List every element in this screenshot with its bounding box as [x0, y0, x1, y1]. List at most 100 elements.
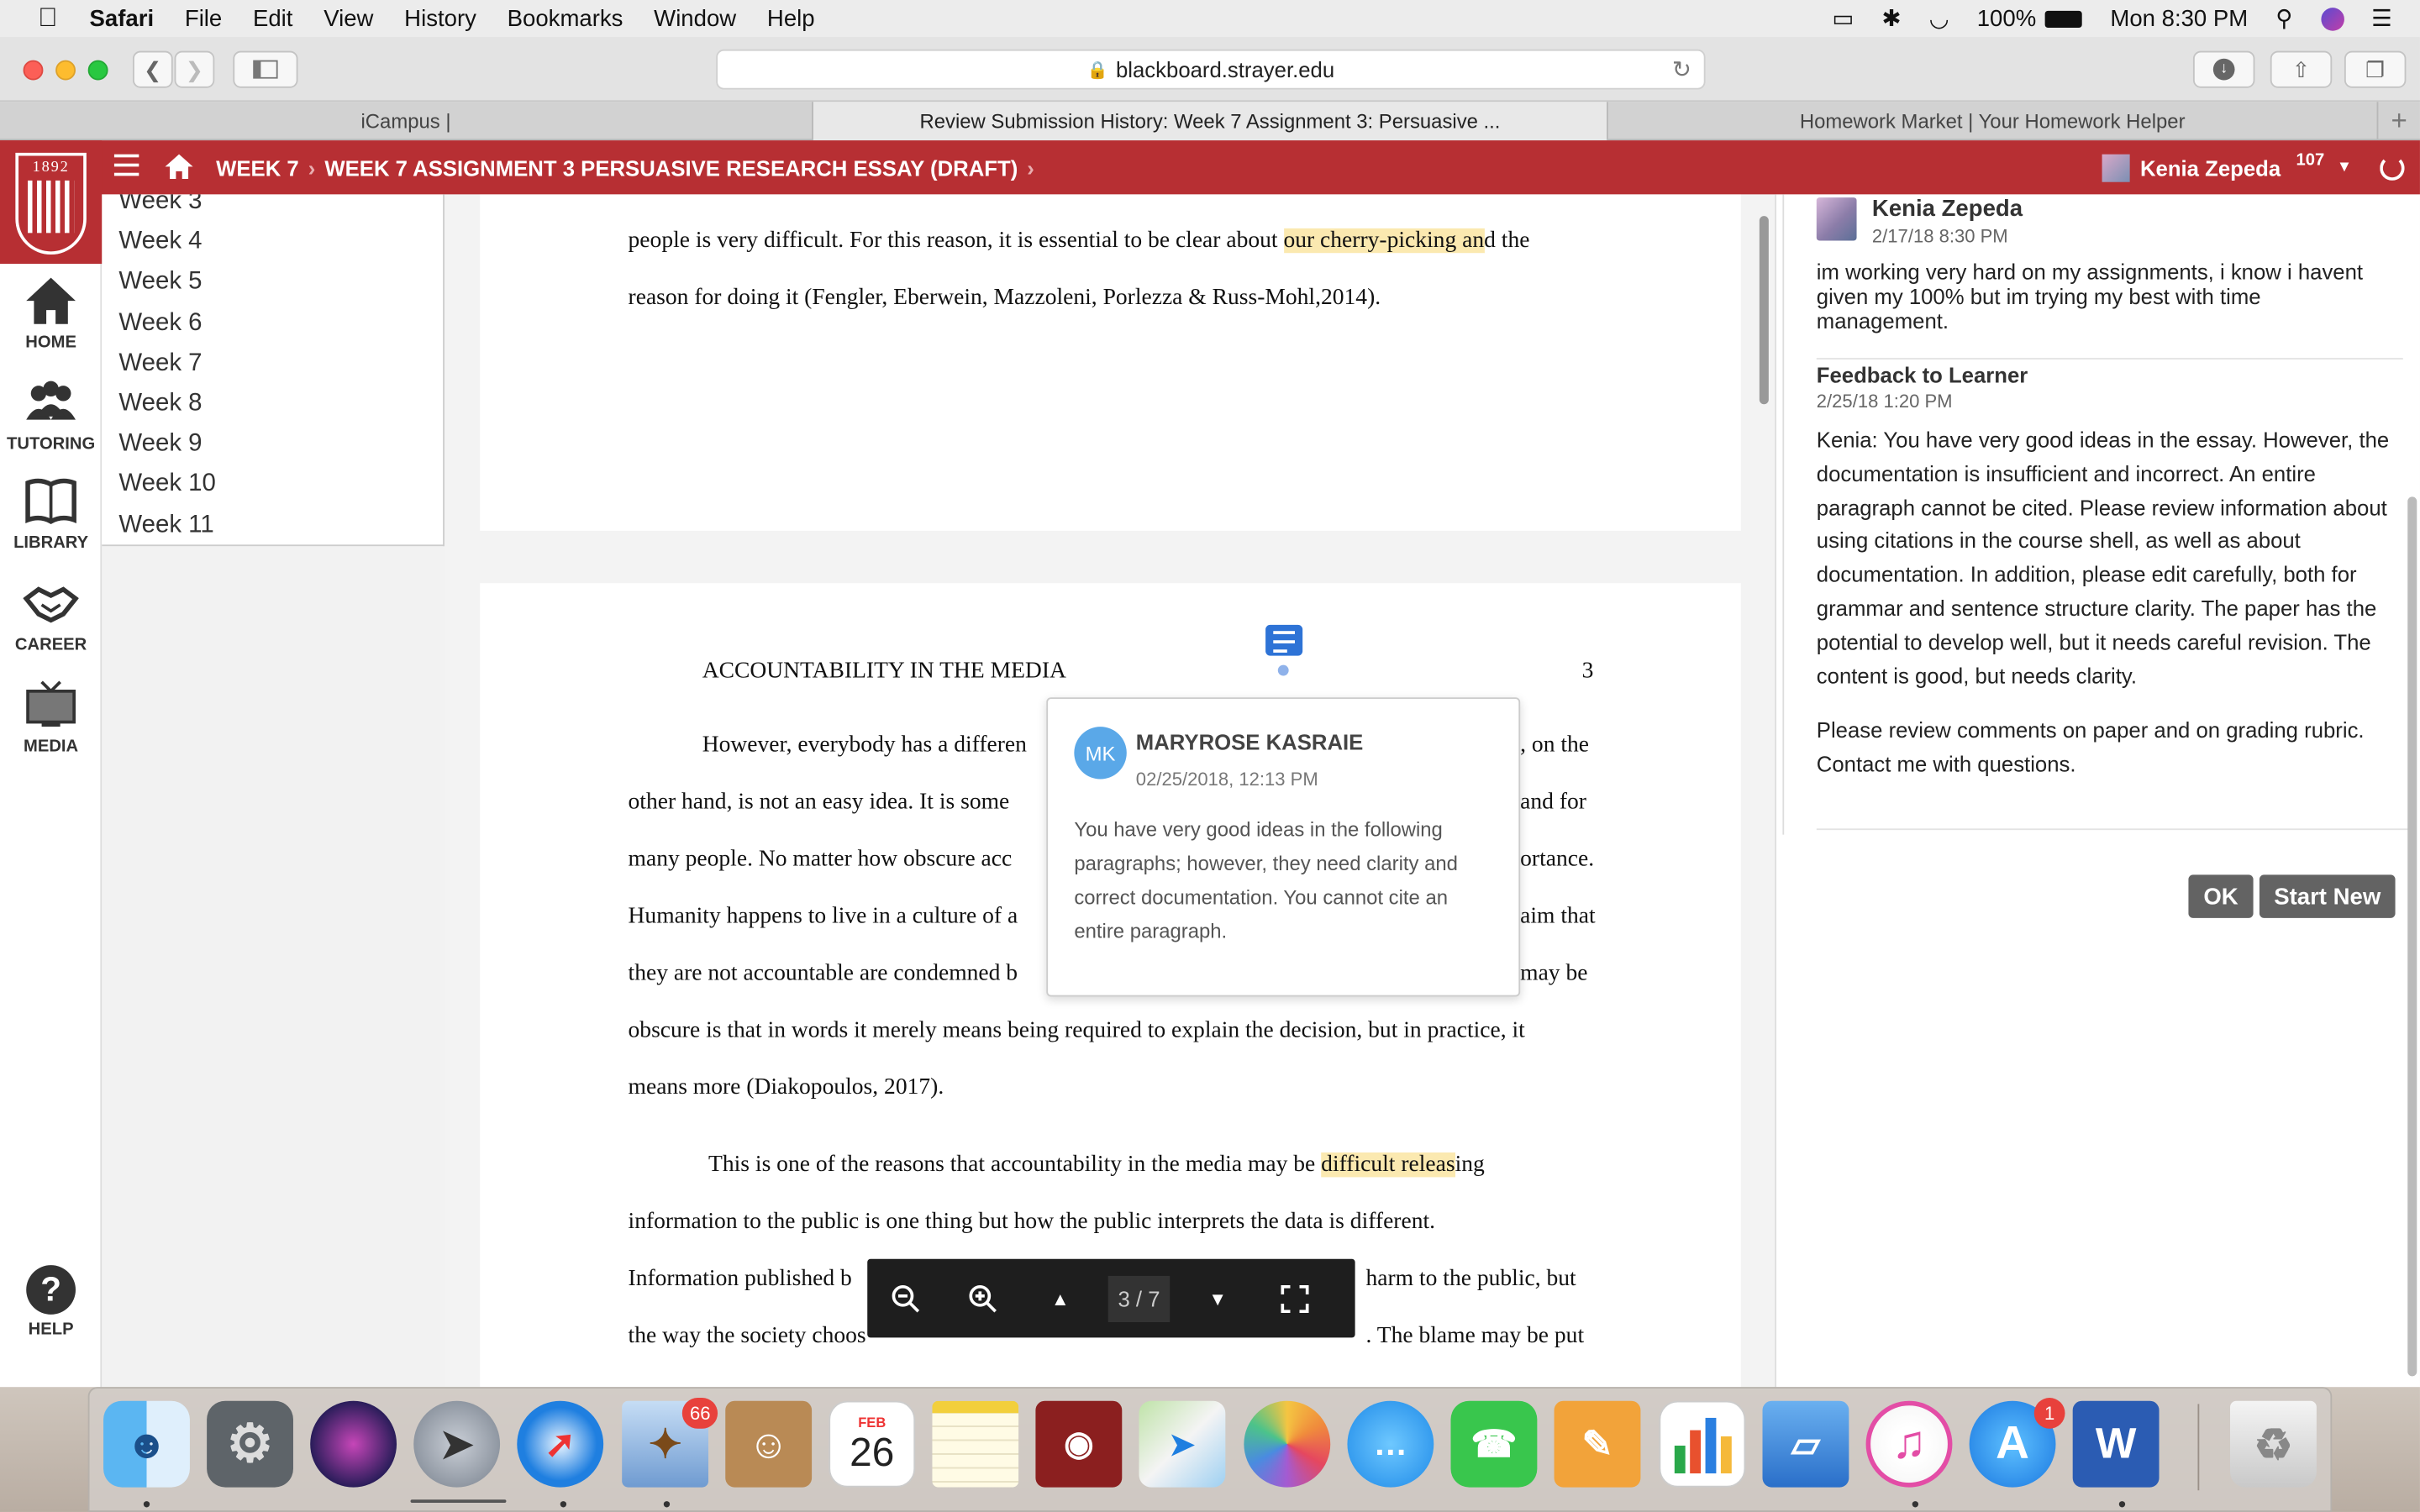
menu-help[interactable]: Help	[767, 5, 815, 31]
hamburger-menu-icon[interactable]	[113, 154, 139, 179]
avatar: MK	[1074, 727, 1127, 780]
page-indicator[interactable]: 3 / 7	[1107, 1275, 1171, 1322]
running-indicator	[663, 1501, 671, 1508]
contacts-icon[interactable]: ☺	[725, 1400, 813, 1488]
finder-icon[interactable]: ☻	[103, 1400, 190, 1488]
sidebar-toggle-button[interactable]	[233, 50, 298, 88]
start-new-button[interactable]: Start New	[2259, 874, 2396, 918]
running-head: ACCOUNTABILITY IN THE MEDIA	[702, 659, 1066, 684]
zoom-window-button[interactable]	[87, 60, 108, 81]
messages-icon[interactable]: …	[1347, 1400, 1434, 1488]
zoom-in-button[interactable]	[944, 1283, 1022, 1314]
nav-media[interactable]: MEDIA	[0, 679, 102, 756]
facetime-icon[interactable]: ☎	[1450, 1400, 1538, 1488]
photo-booth-icon[interactable]: ◉	[1035, 1400, 1123, 1488]
share-button[interactable]: ⇧	[2270, 50, 2333, 88]
itunes-icon[interactable]: ♫	[1865, 1400, 1953, 1488]
list-item[interactable]: Week 11	[102, 506, 443, 545]
trash-icon[interactable]: ♻	[2230, 1400, 2317, 1488]
minimize-window-button[interactable]	[55, 60, 76, 81]
numbers-icon[interactable]	[1659, 1400, 1746, 1488]
panel-scrollbar[interactable]	[2407, 496, 2417, 1377]
document-scrollbar[interactable]	[1759, 216, 1769, 405]
breadcrumb-week7[interactable]: WEEK 7	[216, 155, 299, 180]
list-item[interactable]: Week 7	[102, 344, 443, 384]
logout-icon[interactable]	[2380, 155, 2405, 180]
fullscreen-button[interactable]	[1256, 1283, 1334, 1314]
apple-menu-icon[interactable]: 	[34, 3, 61, 34]
menu-file[interactable]: File	[185, 5, 222, 31]
list-item[interactable]: Week 4	[102, 223, 443, 263]
address-bar[interactable]: 🔒 blackboard.strayer.edu ↻	[716, 49, 1706, 90]
battery-icon[interactable]	[2045, 9, 2083, 28]
siri-icon[interactable]	[310, 1400, 397, 1488]
menu-history[interactable]: History	[404, 5, 476, 31]
nav-tutoring[interactable]: TUTORING	[0, 376, 102, 454]
battery-percent[interactable]: 100%	[1977, 5, 2036, 31]
tab-icampus[interactable]: iCampus |	[0, 102, 813, 141]
doc-line: means more (Diakopoulos, 2017).	[628, 1075, 944, 1100]
user-menu[interactable]: Kenia Zepeda 107 ▼	[2102, 140, 2420, 194]
forward-button[interactable]: ❯	[174, 50, 215, 88]
fullscreen-icon	[1281, 1284, 1309, 1313]
keynote-icon[interactable]: ▱	[1762, 1400, 1849, 1488]
chevron-down-icon[interactable]: ▼	[2337, 159, 2352, 176]
menu-edit[interactable]: Edit	[253, 5, 292, 31]
nav-library[interactable]: LIBRARY	[0, 475, 102, 553]
calendar-icon[interactable]: FEB 26	[829, 1400, 916, 1488]
back-button[interactable]: ❮	[132, 50, 173, 88]
wifi-icon[interactable]: ◡	[1929, 5, 1949, 32]
system-preferences-icon[interactable]: ⚙	[207, 1400, 293, 1488]
list-item[interactable]: Week 9	[102, 424, 443, 465]
next-page-button[interactable]: ▼	[1179, 1288, 1256, 1310]
previous-page-button[interactable]: ▲	[1022, 1288, 1099, 1310]
comment-pin-icon[interactable]	[1265, 624, 1303, 656]
ok-button[interactable]: OK	[2188, 874, 2254, 918]
nav-career[interactable]: CAREER	[0, 577, 102, 654]
close-window-button[interactable]	[23, 60, 44, 81]
siri-icon[interactable]	[2320, 7, 2344, 30]
mail-badge: 66	[681, 1398, 718, 1429]
bluetooth-icon[interactable]: ✱	[1881, 5, 1901, 32]
nav-tutoring-label: TUTORING	[7, 434, 96, 454]
notification-center-icon[interactable]: ☰	[2371, 5, 2392, 32]
doc-line: , on the	[1520, 732, 1590, 758]
breadcrumb-assignment[interactable]: WEEK 7 ASSIGNMENT 3 PERSUASIVE RESEARCH …	[324, 155, 1018, 180]
safari-icon[interactable]: ➚	[517, 1400, 604, 1488]
home-icon[interactable]	[164, 151, 195, 182]
word-icon[interactable]: W	[2072, 1400, 2160, 1488]
doc-line: other hand, is not an easy idea. It is s…	[628, 790, 1010, 815]
tab-overview-button[interactable]: ❐	[2344, 50, 2407, 88]
photos-icon[interactable]	[1244, 1400, 1331, 1488]
list-item[interactable]: Week 6	[102, 303, 443, 344]
list-item[interactable]: Week 10	[102, 465, 443, 505]
downloads-button[interactable]: ↓	[2192, 50, 2255, 88]
doc-line: Information published b	[628, 1266, 852, 1292]
menu-window[interactable]: Window	[654, 5, 736, 31]
menu-view[interactable]: View	[324, 5, 373, 31]
airplay-icon[interactable]: ▭	[1832, 5, 1854, 32]
list-item[interactable]: Week 3	[102, 194, 443, 222]
app-menu[interactable]: Safari	[90, 5, 155, 31]
notes-icon[interactable]	[932, 1400, 1019, 1488]
new-tab-button[interactable]: +	[2378, 102, 2420, 140]
maps-icon[interactable]: ➤	[1139, 1400, 1226, 1488]
nav-home[interactable]: HOME	[0, 275, 102, 352]
nav-help[interactable]: ? HELP	[0, 1265, 102, 1339]
reload-icon[interactable]: ↻	[1672, 55, 1691, 83]
highlighted-text[interactable]: difficult releas	[1321, 1152, 1455, 1178]
notification-count[interactable]: 107	[2296, 150, 2325, 169]
strayer-logo[interactable]: 1892	[0, 140, 103, 265]
tab-review-submission[interactable]: Review Submission History: Week 7 Assign…	[813, 102, 1608, 141]
clock[interactable]: Mon 8:30 PM	[2110, 5, 2248, 31]
spotlight-icon[interactable]: ⚲	[2275, 5, 2292, 32]
list-item[interactable]: Week 8	[102, 384, 443, 424]
zoom-out-button[interactable]	[867, 1283, 944, 1314]
menu-bookmarks[interactable]: Bookmarks	[508, 5, 623, 31]
list-item[interactable]: Week 5	[102, 263, 443, 303]
pages-icon[interactable]: ✎	[1554, 1400, 1641, 1488]
course-header: WEEK 7 › WEEK 7 ASSIGNMENT 3 PERSUASIVE …	[0, 140, 2420, 195]
highlighted-text[interactable]: our cherry-picking an	[1283, 228, 1485, 254]
tab-homework-market[interactable]: Homework Market | Your Homework Helper	[1608, 102, 2379, 141]
launchpad-icon[interactable]: ➤	[413, 1400, 501, 1488]
